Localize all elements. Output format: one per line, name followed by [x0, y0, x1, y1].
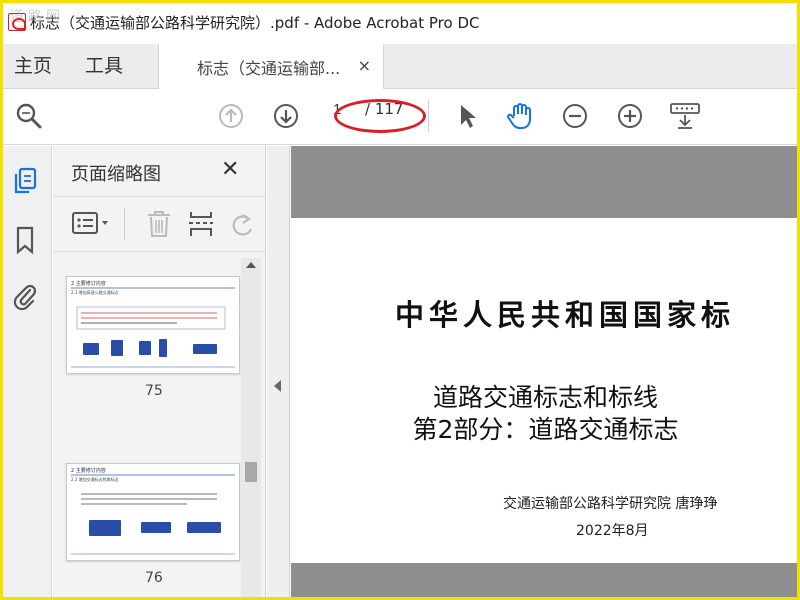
document-view[interactable]: 中华人民共和国国家标 道路交通标志和标线 第2部分：道路交通标志 交通运输部公路… [291, 146, 800, 600]
collapse-arrow-icon [274, 380, 281, 392]
thumbnail-panel: 页面缩略图 ✕ 2 主要修订内容 2.1 增加高速公路交通标志 75 2 主要修… [53, 146, 266, 600]
title-bar: 道路网 标志（交通运输部公路科学研究院）.pdf - Adobe Acrobat… [0, 0, 800, 44]
rotate-page-icon[interactable] [229, 209, 259, 243]
page-thumbnails-icon[interactable] [11, 166, 39, 194]
tab-bar: 主页 工具 标志（交通运输部... × [0, 44, 800, 89]
svg-text:2 主要修订内容: 2 主要修订内容 [71, 467, 106, 474]
extract-page-icon[interactable] [187, 209, 215, 243]
tab-home[interactable]: 主页 [14, 44, 52, 88]
acrobat-app-icon [8, 13, 26, 31]
svg-text:2 主要修订内容: 2 主要修订内容 [71, 280, 106, 287]
thumbnail-scrollbar[interactable] [241, 258, 261, 598]
navigation-rail [0, 146, 52, 600]
panel-toolbar [53, 196, 266, 252]
thumbnail-page-number: 76 [145, 570, 163, 586]
scrollbar-thumb[interactable] [245, 462, 257, 482]
document-organization: 交通运输部公路科学研究院 唐琤琤 [503, 496, 718, 512]
tab-tools[interactable]: 工具 [85, 44, 123, 88]
delete-page-icon[interactable] [145, 209, 173, 243]
close-tab-icon[interactable]: × [358, 56, 371, 75]
page-thumbnail[interactable]: 2 主要修订内容 2.2 增加交通标志附属标志 [66, 463, 240, 561]
document-date: 2022年8月 [576, 523, 649, 539]
zoom-out-icon[interactable] [560, 101, 590, 131]
bookmarks-icon[interactable] [11, 225, 39, 255]
svg-text:2.1 增加高速公路交通标志: 2.1 增加高速公路交通标志 [71, 289, 119, 295]
annotation-ellipse [334, 99, 426, 133]
search-zoom-icon[interactable] [14, 101, 44, 131]
window-title: 标志（交通运输部公路科学研究院）.pdf - Adobe Acrobat Pro… [30, 13, 480, 32]
document-tab-label: 标志（交通运输部... [197, 58, 341, 78]
thumbnail-options-icon[interactable] [71, 210, 111, 242]
page-thumbnail[interactable]: 2 主要修订内容 2.1 增加高速公路交通标志 [66, 276, 240, 374]
select-cursor-icon[interactable] [452, 101, 482, 131]
panel-tool-divider [124, 207, 125, 241]
thumbnail-page-number: 75 [145, 383, 163, 399]
panel-collapse-handle[interactable] [267, 146, 290, 600]
pdf-page: 中华人民共和国国家标 道路交通标志和标线 第2部分：道路交通标志 交通运输部公路… [291, 218, 800, 563]
document-tab[interactable]: 标志（交通运输部... × [158, 44, 384, 89]
document-heading: 中华人民共和国国家标 [395, 298, 736, 332]
scroll-up-icon[interactable] [246, 262, 256, 268]
scroll-mode-icon[interactable] [668, 101, 702, 131]
attachments-icon[interactable] [11, 281, 39, 311]
toolbar-divider [428, 100, 429, 132]
document-subtitle: 道路交通标志和标线 [432, 383, 658, 412]
document-subtitle-part: 第2部分：道路交通标志 [412, 415, 679, 444]
prev-page-icon[interactable] [216, 101, 246, 131]
next-page-icon[interactable] [271, 101, 301, 131]
hand-tool-icon[interactable] [505, 101, 535, 131]
close-panel-icon[interactable]: ✕ [221, 157, 239, 182]
svg-text:2.2 增加交通标志附属标志: 2.2 增加交通标志附属标志 [71, 476, 119, 482]
zoom-in-icon[interactable] [615, 101, 645, 131]
panel-title: 页面缩略图 [71, 164, 161, 185]
